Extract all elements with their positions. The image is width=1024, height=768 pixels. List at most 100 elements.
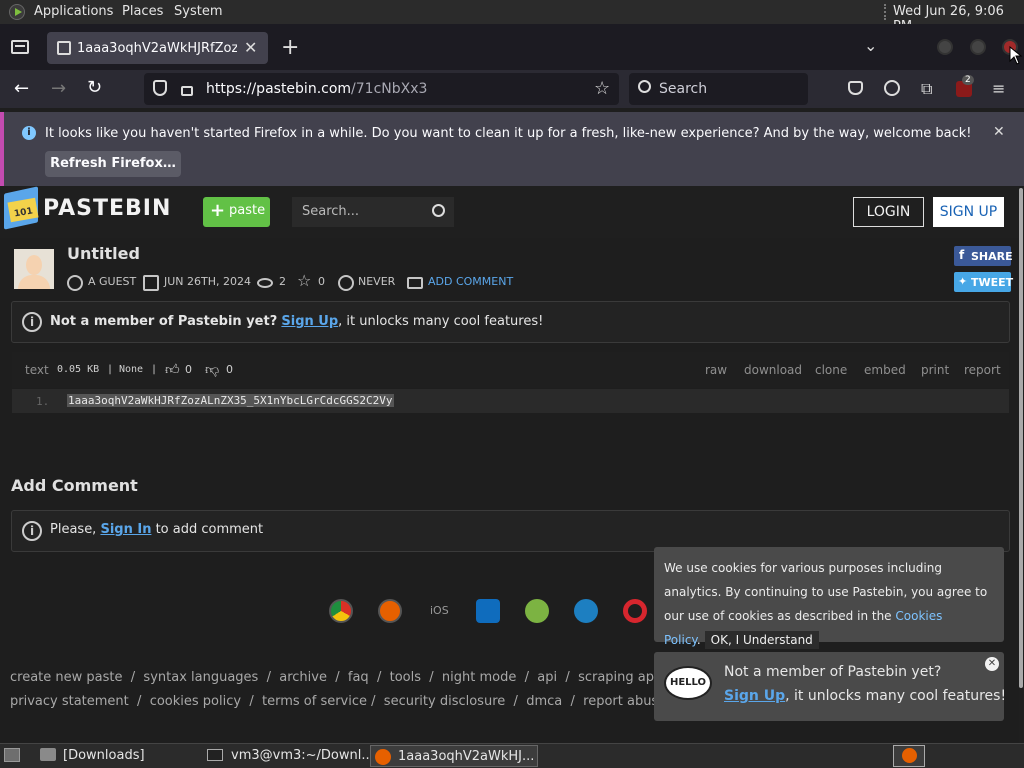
paste-author[interactable]: A GUEST — [88, 275, 136, 288]
taskbar-item-downloads[interactable]: [Downloads] — [38, 745, 203, 767]
footer-link[interactable]: syntax languages — [143, 670, 258, 685]
footer-link[interactable]: security disclosure — [384, 694, 505, 709]
signup-link[interactable]: Sign Up — [281, 314, 338, 329]
refresh-firefox-button[interactable]: Refresh Firefox… — [45, 151, 181, 177]
system-menu[interactable]: System — [174, 4, 222, 19]
add-comment-link[interactable]: ADD COMMENT — [428, 275, 513, 288]
pastebin-wordmark[interactable]: PASTEBIN — [43, 196, 171, 221]
list-all-tabs-chevron-down-icon[interactable]: ⌄ — [864, 36, 877, 55]
url-text[interactable]: https://pastebin.com/71cNbXx3 — [206, 81, 427, 97]
separator: | — [107, 364, 114, 375]
comment-notice-pre: Please, — [50, 522, 101, 537]
cookie-consent-text: We use cookies for various purposes incl… — [664, 556, 998, 652]
timer-icon — [338, 275, 354, 291]
footer-link[interactable]: dmca — [526, 694, 562, 709]
info-icon: i — [22, 312, 42, 332]
minimize-window-icon[interactable] — [937, 39, 953, 55]
signin-link[interactable]: Sign In — [100, 522, 151, 537]
new-tab-icon[interactable]: + — [281, 35, 299, 60]
new-paste-button[interactable]: + paste — [203, 197, 270, 227]
opera-icon[interactable] — [623, 599, 647, 623]
member-notice-rest: , it unlocks many cool features! — [338, 314, 544, 329]
mouse-cursor-icon — [1009, 46, 1023, 65]
firefox-icon[interactable] — [378, 599, 402, 623]
desktop-top-panel: Applications Places System Wed Jun 26, 9… — [0, 0, 1024, 34]
footer-link[interactable]: scraping api — [578, 670, 658, 685]
search-icon[interactable] — [432, 204, 445, 217]
report-link[interactable]: report — [964, 363, 1001, 377]
show-desktop-icon[interactable] — [4, 748, 20, 762]
page-scrollbar-thumb[interactable] — [1019, 188, 1023, 688]
promo-line-1: Not a member of Pastebin yet? — [724, 664, 942, 680]
taskbar-item-terminal[interactable]: vm3@vm3:~/Downl... — [203, 745, 374, 767]
footer-link[interactable]: privacy statement — [10, 694, 129, 709]
login-button[interactable]: LOGIN — [853, 197, 924, 227]
promo-signup-link[interactable]: Sign Up — [724, 688, 785, 704]
ios-icon[interactable]: iOS — [430, 604, 449, 617]
cookie-accept-button[interactable]: OK, I Understand — [704, 631, 819, 649]
hamburger-menu-icon[interactable]: ≡ — [992, 79, 1005, 98]
gnome-foot-icon[interactable] — [9, 4, 25, 20]
code-line-text[interactable]: 1aaa3oqhV2aWkHJRfZozALnZX35_5X1nYbcLGrCd… — [67, 394, 394, 407]
search-bar[interactable] — [629, 73, 808, 105]
pastebin-logo-icon[interactable]: 101 — [4, 186, 39, 230]
search-icon — [638, 80, 651, 93]
avatar — [14, 249, 54, 289]
terminal-icon — [207, 749, 223, 761]
pocket-icon[interactable] — [848, 81, 863, 95]
bookmark-star-icon[interactable]: ☆ — [594, 78, 610, 99]
account-icon[interactable] — [884, 80, 900, 96]
lock-icon[interactable] — [181, 86, 193, 96]
applications-menu[interactable]: Applications — [34, 4, 113, 19]
footer-link[interactable]: api — [537, 670, 557, 685]
footer-links-row-2: privacy statement / cookies policy / ter… — [10, 694, 736, 709]
dislike-count: 0 — [226, 363, 233, 376]
footer-link[interactable]: tools — [390, 670, 421, 685]
taskbar-item-firefox[interactable]: 1aaa3oqhV2aWkHJ... — [370, 745, 538, 767]
footer-link[interactable]: create new paste — [10, 670, 123, 685]
paste-toolbar — [12, 352, 1009, 388]
thumbs-down-icon[interactable]: 👎︎ — [205, 361, 219, 378]
extensions-puzzle-icon[interactable]: ⧉ — [921, 79, 932, 99]
clone-link[interactable]: clone — [815, 363, 847, 377]
chrome-icon[interactable] — [329, 599, 353, 623]
paste-size: 0.05 KB — [57, 364, 100, 375]
footer-link[interactable]: faq — [348, 670, 369, 685]
facebook-share-button[interactable]: f SHARE — [954, 246, 1013, 266]
reload-icon[interactable]: ↻ — [87, 77, 102, 98]
download-link[interactable]: download — [744, 363, 802, 377]
star-count: 0 — [318, 275, 325, 288]
signup-button[interactable]: SIGN UP — [933, 197, 1004, 227]
close-tab-icon[interactable]: ✕ — [244, 38, 257, 57]
android-icon[interactable] — [525, 599, 549, 623]
taskbar-item-label: vm3@vm3:~/Downl... — [231, 748, 374, 763]
star-icon[interactable]: ☆ — [297, 271, 313, 290]
workspace-switcher[interactable] — [893, 745, 925, 767]
back-arrow-icon[interactable]: ← — [14, 78, 29, 99]
footer-link[interactable]: archive — [279, 670, 327, 685]
extension-badge: 2 — [962, 75, 974, 85]
url-domain: https://pastebin.com — [206, 81, 352, 97]
raw-link[interactable]: raw — [705, 363, 727, 377]
macos-icon[interactable] — [574, 599, 598, 623]
syntax-label[interactable]: text — [25, 363, 49, 377]
share-label: SHARE — [971, 250, 1013, 263]
footer-link[interactable]: cookies policy — [150, 694, 241, 709]
close-promo-icon[interactable]: ✕ — [985, 657, 999, 671]
thumbs-up-icon[interactable]: 👍︎ — [165, 361, 180, 378]
firefox-icon — [902, 748, 917, 763]
shield-icon[interactable] — [153, 80, 167, 96]
footer-link[interactable]: terms of service — [262, 694, 367, 709]
forward-arrow-icon[interactable]: → — [51, 78, 66, 99]
embed-link[interactable]: embed — [864, 363, 906, 377]
tweet-label: TWEET — [971, 276, 1014, 289]
print-link[interactable]: print — [921, 363, 949, 377]
firefox-view-icon[interactable] — [11, 40, 29, 54]
close-notification-icon[interactable]: ✕ — [993, 124, 1005, 140]
footer-link[interactable]: night mode — [442, 670, 516, 685]
twitter-tweet-button[interactable]: ✦ TWEET — [954, 272, 1014, 292]
windows-icon[interactable] — [476, 599, 500, 623]
paste-title: Untitled — [67, 244, 140, 263]
maximize-window-icon[interactable] — [970, 39, 986, 55]
places-menu[interactable]: Places — [122, 4, 163, 19]
